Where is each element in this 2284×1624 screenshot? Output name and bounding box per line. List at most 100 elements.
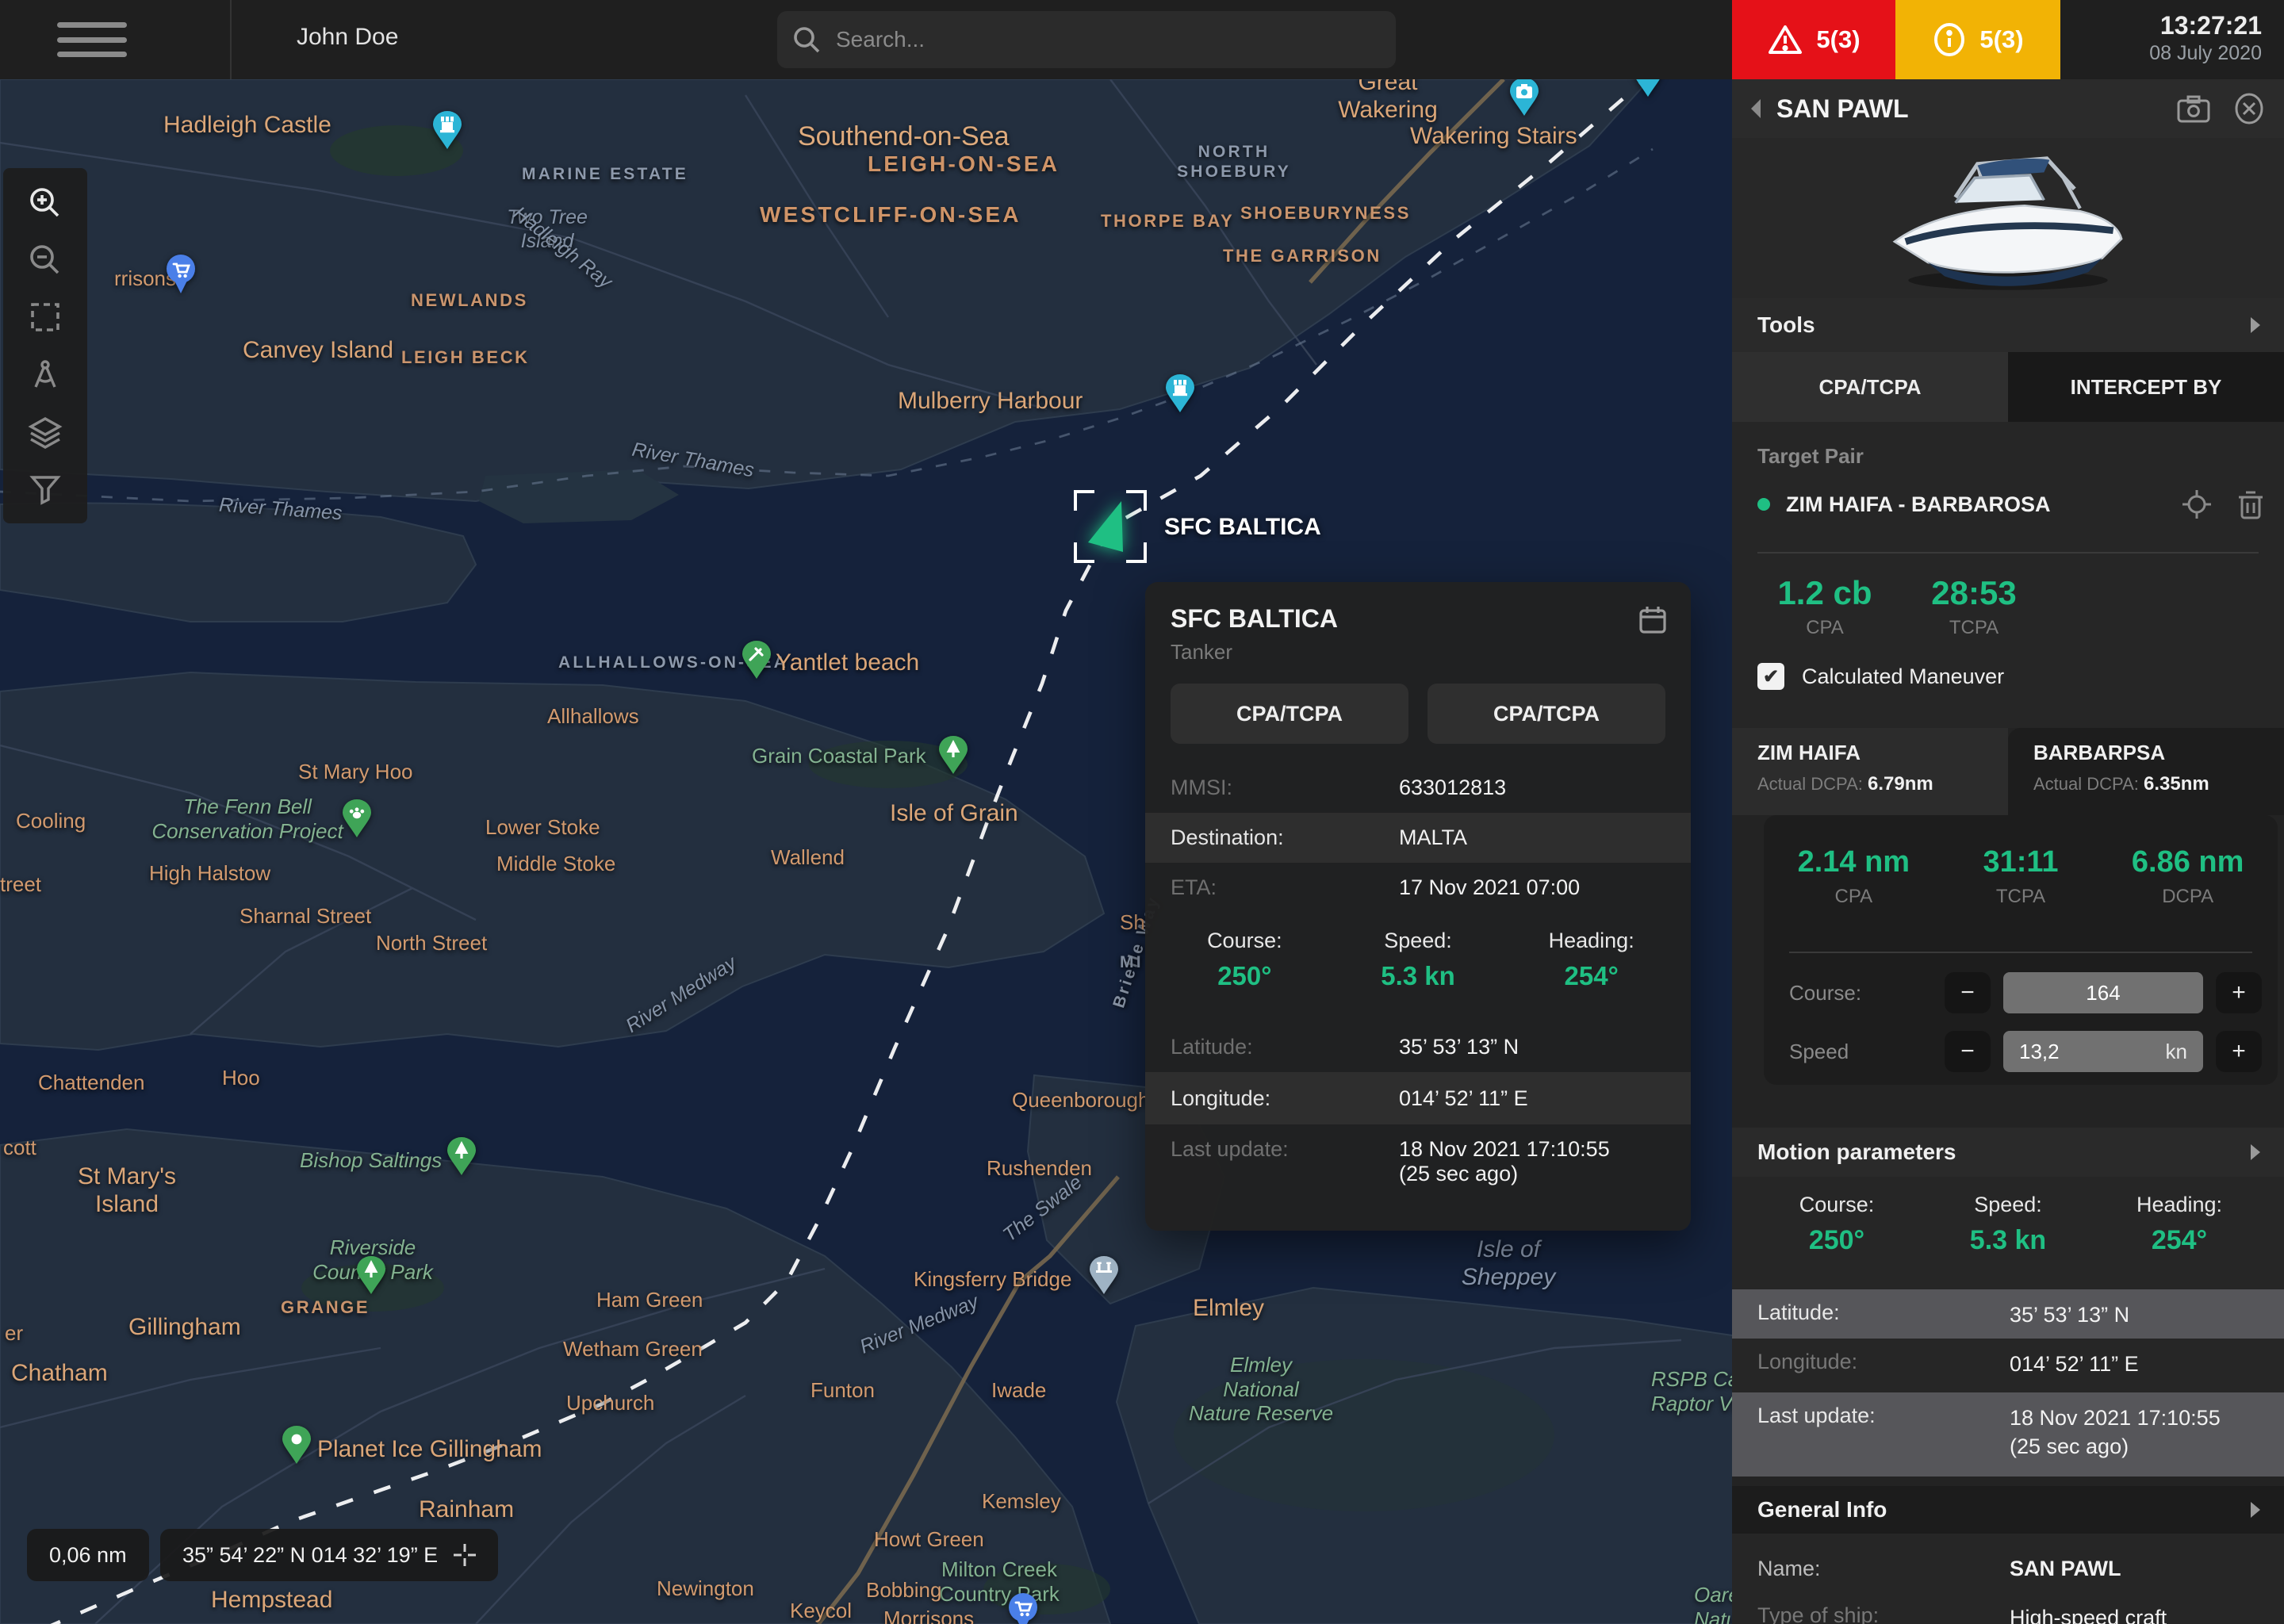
pair-cpa: 1.2 cb CPA [1757, 574, 1892, 639]
general-info-header[interactable]: General Info [1732, 1486, 2284, 1534]
alarm-warning-badge[interactable]: 5(3) [1732, 0, 1895, 79]
map-pin-hadleigh-castle[interactable] [431, 109, 463, 151]
course-minus-button[interactable]: − [1945, 972, 1991, 1013]
calc-cpa-value: 2.14 nm [1770, 845, 1937, 879]
map-label: Mulberry Harbour [898, 387, 1083, 415]
map-pin-wakering-stairs[interactable] [1508, 76, 1540, 117]
map-pin-fenn-bell[interactable] [341, 798, 373, 839]
crosshair-icon [454, 1544, 476, 1566]
map-label: Queenborough [1012, 1088, 1149, 1113]
speed-input[interactable]: 13,2kn [2003, 1031, 2203, 1072]
map-pin-riverside-country-park[interactable] [355, 1254, 387, 1296]
map-label: LEIGH BECK [401, 347, 530, 368]
user-name[interactable]: John Doe [297, 24, 398, 51]
calendar-icon[interactable] [1637, 604, 1669, 642]
speed-plus-button[interactable]: + [2216, 1031, 2262, 1072]
map-label: NEWLANDS [411, 290, 528, 311]
map-pin-mulberry-harbour[interactable] [1164, 373, 1196, 414]
search-input[interactable] [833, 25, 1380, 54]
tools-section-header[interactable]: Tools [1732, 298, 2284, 352]
checkbox-checked-icon[interactable]: ✔ [1757, 663, 1784, 690]
map-label: Isle of Grain [890, 799, 1018, 827]
popup-course-value: 250° [1158, 961, 1332, 991]
menu-icon[interactable] [57, 22, 127, 57]
panel-last-update-value: 18 Nov 2021 17:10:55 (25 sec ago) [2010, 1404, 2221, 1461]
panel-row-longitude: Longitude: 014’ 52’ 11” E [1732, 1339, 2284, 1392]
map-label: Gillingham [128, 1313, 241, 1341]
map-label: cott [3, 1136, 36, 1160]
map-label: Elmley [1193, 1294, 1264, 1322]
map-pin-kingsferry-bridge[interactable] [1088, 1254, 1120, 1296]
panel-row-latitude: Latitude: 35’ 53’ 13” N [1732, 1289, 2284, 1339]
info-count: 5(3) [1979, 25, 2023, 54]
map-pin-grain-coastal-park[interactable] [937, 734, 969, 776]
zoom-out-button[interactable] [3, 232, 87, 289]
course-plus-button[interactable]: + [2216, 972, 2262, 1013]
panel-row-last-update: Last update: 18 Nov 2021 17:10:55 (25 se… [1732, 1392, 2284, 1477]
tools-label: Tools [1757, 312, 1815, 338]
target-pair-row[interactable]: ZIM HAIFA - BARBAROSA [1757, 485, 2265, 523]
target-pair-section: Target Pair ZIM HAIFA - BARBAROSA 1.2 cb… [1732, 422, 2284, 728]
calc-dcpa-value: 6.86 nm [2104, 845, 2271, 879]
popup-row-mmsi: MMSI: 633012813 [1145, 763, 1691, 813]
popup-title: SFC BALTICA [1171, 604, 1665, 634]
selected-vessel-marker[interactable] [1074, 490, 1147, 563]
course-input[interactable]: 164 [2003, 972, 2203, 1013]
map-label: Allhallows [547, 704, 639, 729]
warning-triangle-icon [1767, 23, 1803, 56]
zoom-in-button[interactable] [3, 174, 87, 232]
tab-intercept-by[interactable]: INTERCEPT BY [2008, 352, 2284, 422]
popup-cpa-tcpa-button-2[interactable]: CPA/TCPA [1428, 684, 1665, 744]
map-label: Funton [811, 1378, 875, 1403]
map-label: Newington [657, 1576, 754, 1601]
map-pin-morrisons-south[interactable] [1007, 1592, 1039, 1624]
map-label: GRANGE [281, 1297, 370, 1318]
tab-cpa-tcpa[interactable]: CPA/TCPA [1732, 352, 2008, 422]
map-label: Canvey Island [243, 336, 393, 364]
search-icon [793, 26, 820, 53]
layers-button[interactable] [3, 403, 87, 460]
map-label: Isle of Sheppey [1462, 1235, 1555, 1292]
chevron-right-icon [2249, 316, 2262, 335]
map-label: St Mary's Island [78, 1162, 176, 1219]
motion-heading-value: 254° [2094, 1225, 2265, 1256]
vessel-photo [1732, 138, 2284, 298]
delete-pair-icon[interactable] [2236, 488, 2265, 520]
select-area-button[interactable] [3, 289, 87, 346]
info-circle-icon [1932, 22, 1967, 57]
map-pin-morrisons-west[interactable] [165, 254, 197, 295]
camera-icon[interactable] [2176, 94, 2211, 123]
map-label: River Medway [856, 1290, 982, 1359]
map-label: Keycol [790, 1599, 852, 1623]
calc-values: 2.14 nm CPA 31:11 TCPA 6.86 nm DCPA [1764, 815, 2278, 908]
motion-values: Course: 250° Speed: 5.3 kn Heading: 254° [1732, 1177, 2284, 1289]
map-pin-yantlet-beach[interactable] [741, 639, 772, 680]
vessel-tab-barbarpsa[interactable]: BARBARPSA Actual DCPA: 6.35nm [2008, 728, 2284, 815]
search-box[interactable] [777, 11, 1396, 68]
back-chevron-icon[interactable] [1748, 98, 1764, 120]
motion-parameters-header[interactable]: Motion parameters [1732, 1128, 2284, 1177]
map-label: Lower Stoke [485, 815, 600, 840]
map-label: MI [1120, 953, 1144, 973]
pair-tcpa: 28:53 TCPA [1907, 574, 2041, 639]
vessel-tab-zim-haifa[interactable]: ZIM HAIFA Actual DCPA: 6.79nm [1732, 728, 2008, 815]
map-label: Rushenden [987, 1156, 1092, 1181]
map-label: Bishop Saltings [300, 1148, 442, 1173]
clock: 13:27:21 08 July 2020 [2060, 0, 2284, 79]
motion-course-value: 250° [1751, 1225, 1922, 1256]
calculated-maneuver-checkbox[interactable]: ✔ Calculated Maneuver [1757, 663, 2004, 690]
chevron-right-icon [2249, 1143, 2262, 1162]
close-icon[interactable] [2233, 93, 2265, 124]
popup-cpa-tcpa-button-1[interactable]: CPA/TCPA [1171, 684, 1408, 744]
map-pin-bishop-saltings[interactable] [446, 1136, 477, 1177]
map-label: Hadleigh Ray [508, 202, 616, 294]
panel-name-value: SAN PAWL [2010, 1554, 2121, 1583]
map-label: Wakering Stairs [1410, 122, 1577, 150]
speed-minus-button[interactable]: − [1945, 1031, 1991, 1072]
locate-target-icon[interactable] [2179, 487, 2214, 522]
filter-button[interactable] [3, 460, 87, 517]
alarm-info-badge[interactable]: 5(3) [1895, 0, 2060, 79]
map-pin-planet-ice[interactable] [281, 1424, 312, 1465]
measure-distance-button[interactable] [3, 346, 87, 403]
course-stepper-label: Course: [1789, 981, 1945, 1005]
